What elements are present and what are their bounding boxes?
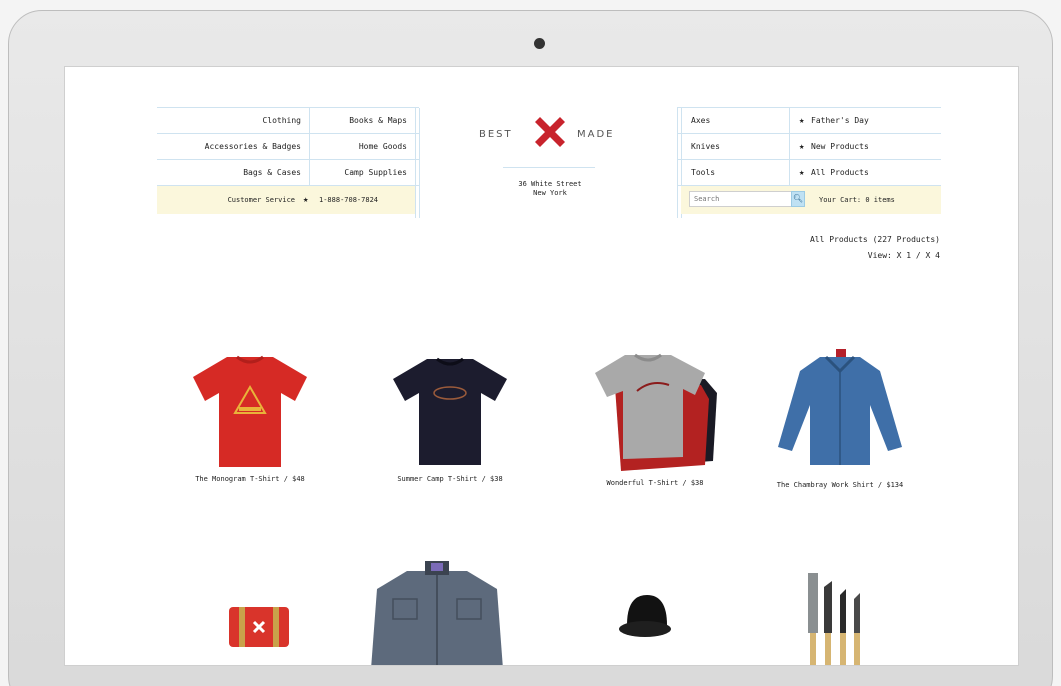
product-card[interactable]	[367, 559, 507, 666]
nav-link-tools[interactable]: Tools	[691, 160, 715, 186]
search-icon[interactable]: 🔍︎	[791, 191, 805, 207]
nav-row: Bags & Cases Camp Supplies	[157, 160, 419, 186]
navy-tshirt-image[interactable]	[385, 351, 515, 469]
phone-link[interactable]: 1-888-708-7824	[319, 186, 378, 214]
nav-link-home-goods[interactable]: Home Goods	[359, 134, 407, 160]
main-nav-left: Clothing Books & Maps Accessories & Badg…	[157, 107, 420, 218]
product-caption[interactable]: The Chambray Work Shirt / $134	[775, 481, 905, 490]
nav-link-accessories-badges[interactable]: Accessories & Badges	[205, 134, 301, 160]
nav-link-camp-supplies[interactable]: Camp Supplies	[344, 160, 407, 186]
nav-row: Knives ★ New Products	[677, 134, 941, 160]
red-case-image[interactable]	[215, 601, 295, 651]
product-card[interactable]: The Monogram T-Shirt / $48	[165, 351, 335, 484]
browser-screen: Clothing Books & Maps Accessories & Badg…	[64, 66, 1019, 666]
nav-row: Clothing Books & Maps	[157, 108, 419, 134]
address-line-2: New York	[533, 189, 567, 197]
product-card[interactable]	[797, 569, 877, 666]
star-icon: ★	[799, 116, 805, 126]
address-line-1: 36 White Street	[518, 180, 582, 188]
black-cap-image[interactable]	[615, 585, 675, 665]
product-caption[interactable]: The Monogram T-Shirt / $48	[165, 475, 335, 484]
search-input[interactable]	[689, 191, 793, 207]
nav-link-axes[interactable]: Axes	[691, 108, 710, 134]
grey-work-shirt-image[interactable]	[367, 559, 507, 666]
nav-row: Axes ★ Father's Day	[677, 108, 941, 134]
view-selector[interactable]: View: X 1 / X 4	[868, 251, 940, 260]
logo-divider	[503, 167, 595, 168]
nav-divider	[419, 108, 420, 218]
star-icon: ★	[799, 142, 805, 152]
customer-service-row: Customer Service ★ 1-888-708-7824	[157, 186, 415, 214]
red-tshirt-image[interactable]	[185, 351, 315, 469]
nav-link-new-products[interactable]: New Products	[811, 134, 869, 160]
x-logo-icon	[535, 117, 565, 147]
product-caption[interactable]: Summer Camp T-Shirt / $38	[365, 475, 535, 484]
nav-link-bags-cases[interactable]: Bags & Cases	[243, 160, 301, 186]
chambray-shirt-image[interactable]	[770, 347, 910, 475]
grey-tshirt-stack-image[interactable]	[585, 351, 725, 473]
product-caption[interactable]: Wonderful T-Shirt / $38	[570, 479, 740, 488]
knife-set-image[interactable]	[802, 569, 872, 666]
star-icon: ★	[303, 195, 309, 205]
product-card[interactable]: Wonderful T-Shirt / $38	[570, 351, 740, 488]
product-card[interactable]	[205, 601, 305, 651]
nav-link-knives[interactable]: Knives	[691, 134, 720, 160]
nav-link-books-maps[interactable]: Books & Maps	[349, 108, 407, 134]
product-card[interactable]: The Chambray Work Shirt / $134	[755, 347, 925, 490]
product-count: All Products (227 Products)	[809, 235, 940, 244]
camera-icon	[534, 38, 545, 49]
star-icon: ★	[799, 168, 805, 178]
product-card[interactable]	[605, 585, 685, 665]
nav-link-all-products[interactable]: All Products	[811, 160, 869, 186]
nav-row: Tools ★ All Products	[677, 160, 941, 186]
cart-link[interactable]: Your Cart: 0 items	[819, 186, 895, 214]
logo[interactable]: BEST MADE 36 White Street New York	[465, 111, 635, 221]
product-card[interactable]: Summer Camp T-Shirt / $38	[365, 351, 535, 484]
customer-service-link[interactable]: Customer Service	[228, 186, 295, 214]
nav-link-clothing[interactable]: Clothing	[262, 108, 301, 134]
logo-word-made: MADE	[577, 129, 615, 140]
nav-row: Accessories & Badges Home Goods	[157, 134, 419, 160]
nav-link-fathers-day[interactable]: Father's Day	[811, 108, 869, 134]
main-nav-right: Axes ★ Father's Day Knives ★ New Product…	[677, 107, 941, 218]
logo-word-best: BEST	[479, 129, 513, 140]
search-cart-row: 🔍︎ Your Cart: 0 items	[681, 186, 941, 214]
